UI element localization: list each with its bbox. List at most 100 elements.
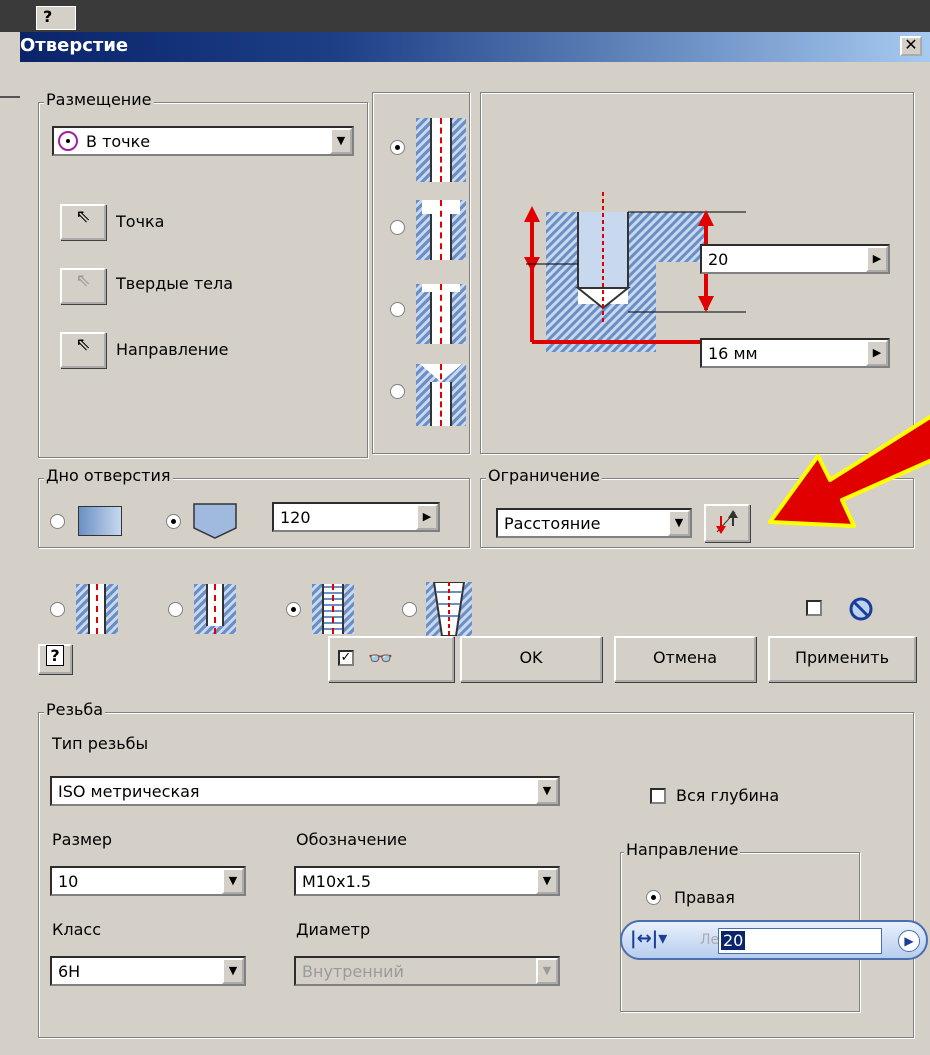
depth-value: 20 — [708, 250, 729, 269]
point-label: Точка — [116, 212, 165, 231]
cancel-button[interactable]: Отмена — [614, 636, 756, 682]
chevron-right-icon[interactable]: ▶ — [416, 504, 438, 530]
thread-type-value: ISO метрическая — [58, 782, 200, 801]
thread-class-label: Класс — [52, 920, 101, 939]
thread-none-radio[interactable] — [50, 602, 65, 617]
chevron-right-icon[interactable]: ▶ — [866, 340, 888, 366]
dialog-titlebar[interactable]: Отверстие ✕ — [20, 32, 930, 62]
hole-section-preview-icon — [524, 192, 746, 352]
apply-button[interactable]: Применить — [768, 636, 916, 682]
placement-mode-value: В точке — [86, 132, 151, 151]
full-depth-checkbox[interactable] — [650, 788, 666, 804]
flat-bottom-icon — [78, 506, 122, 536]
hole-type-counterbore-radio[interactable] — [390, 220, 405, 235]
blind-hole-icon — [194, 584, 236, 634]
chevron-down-icon[interactable]: ▼ — [330, 128, 352, 154]
diameter-input[interactable]: 16 мм ▶ — [700, 338, 890, 368]
placement-mode-select[interactable]: В точке ▼ — [52, 126, 354, 156]
tapped-hole-icon — [312, 584, 354, 634]
thread-type-select[interactable]: ISO метрическая ▼ — [50, 776, 560, 806]
glasses-icon: 👓 — [368, 646, 393, 670]
direction-label: Направление — [116, 340, 229, 359]
chevron-down-icon[interactable]: ▼ — [222, 958, 244, 984]
limit-value: Расстояние — [504, 514, 601, 533]
solids-label: Твердые тела — [116, 274, 234, 293]
countersink-hole-icon — [416, 364, 466, 426]
bottom-angle-value: 120 — [280, 508, 311, 527]
chevron-down-icon[interactable]: ▼ — [536, 778, 558, 804]
chevron-down-icon[interactable]: ▼ — [536, 868, 558, 894]
direction-select-button[interactable]: ⇖ — [60, 332, 106, 368]
thread-group-label: Резьба — [44, 700, 106, 719]
chevron-down-icon[interactable]: ▼ — [222, 868, 244, 894]
chevron-down-icon[interactable]: ▼ — [668, 510, 690, 536]
chevron-down-icon[interactable]: ▼ — [536, 958, 558, 984]
thread-diameter-select[interactable]: Внутренний ▼ — [294, 956, 560, 986]
flip-direction-button[interactable] — [704, 504, 750, 542]
hole-type-spotface-radio[interactable] — [390, 302, 405, 317]
thread-right-radio[interactable] — [646, 890, 661, 905]
thread-type-label: Тип резьбы — [52, 734, 149, 753]
spotface-hole-icon — [416, 284, 466, 344]
thread-diameter-value: Внутренний — [302, 962, 404, 981]
chevron-right-icon[interactable]: ▶ — [866, 246, 888, 272]
thread-designation-select[interactable]: M10x1.5 ▼ — [294, 866, 560, 896]
preview-toggle-button[interactable]: ✓ 👓 — [328, 636, 454, 682]
depth-input[interactable]: 20 ▶ — [700, 244, 890, 274]
thread-class-value: 6H — [58, 962, 81, 981]
thread-direction-group-label: Направление — [624, 840, 741, 859]
thread-diameter-label: Диаметр — [296, 920, 371, 939]
preview-checkbox[interactable]: ✓ — [338, 650, 354, 666]
limit-select[interactable]: Расстояние ▼ — [496, 508, 692, 538]
commit-arrow-icon[interactable]: ▶ — [898, 930, 920, 952]
dimension-icon[interactable]: |↔|▾ — [630, 928, 667, 949]
thread-right-label: Правая — [674, 888, 735, 907]
background-window-strip: ? — [0, 0, 930, 32]
angled-bottom-icon — [193, 503, 237, 539]
annotation-arrow-icon — [768, 414, 930, 528]
limit-group-label: Ограничение — [486, 466, 602, 485]
bottom-angle-radio[interactable] — [166, 514, 181, 529]
thread-size-select[interactable]: 10 ▼ — [50, 866, 246, 896]
ok-button[interactable]: OK — [460, 636, 602, 682]
thread-taper-radio[interactable] — [402, 602, 417, 617]
point-placement-icon — [58, 131, 78, 151]
hole-type-countersink-radio[interactable] — [390, 384, 405, 399]
close-button[interactable]: ✕ — [900, 36, 922, 56]
mini-value: 20 — [721, 931, 746, 950]
flip-arrows-icon — [716, 510, 738, 534]
through-hole-icon — [76, 584, 118, 634]
full-depth-label: Вся глубина — [676, 786, 780, 805]
cursor-arrow-icon: ⇖ — [75, 334, 91, 355]
close-icon: ✕ — [904, 35, 918, 54]
solids-select-button[interactable]: ⇖ — [60, 268, 106, 304]
thread-designation-label: Обозначение — [296, 830, 408, 849]
bottom-flat-radio[interactable] — [50, 514, 65, 529]
bottom-angle-input[interactable]: 120 ▶ — [272, 502, 440, 532]
placement-group-label: Размещение — [44, 90, 154, 109]
hole-type-simple-radio[interactable] — [390, 140, 405, 155]
mini-value-input[interactable]: 20 — [718, 928, 882, 954]
thread-tapped-radio[interactable] — [286, 602, 301, 617]
infer-ifeatures-checkbox[interactable] — [806, 600, 822, 616]
thread-class-select[interactable]: 6H ▼ — [50, 956, 246, 986]
counterbore-hole-icon — [416, 200, 466, 260]
mini-input-toolbar: |↔|▾ Лев 20 ▶ — [620, 920, 928, 960]
taper-tapped-hole-icon — [426, 582, 472, 636]
help-icon: ? — [46, 645, 64, 666]
thread-size-label: Размер — [52, 830, 113, 849]
no-entry-icon — [849, 597, 873, 621]
help-button[interactable]: ? — [38, 644, 72, 674]
thread-designation-value: M10x1.5 — [302, 872, 372, 891]
hole-dialog: Размещение В точке ▼ ⇖ Точка ⇖ Твердые т… — [20, 62, 930, 1055]
background-help-button: ? — [36, 6, 76, 30]
diameter-value: 16 мм — [708, 344, 758, 363]
cursor-arrow-icon: ⇖ — [75, 206, 91, 227]
simple-hole-icon — [416, 118, 466, 182]
dialog-title: Отверстие — [20, 35, 129, 56]
point-select-button[interactable]: ⇖ — [60, 204, 106, 240]
cursor-arrow-icon: ⇖ — [75, 270, 91, 291]
thread-blind-radio[interactable] — [168, 602, 183, 617]
hole-bottom-group-label: Дно отверстия — [44, 466, 173, 485]
thread-size-value: 10 — [58, 872, 79, 891]
